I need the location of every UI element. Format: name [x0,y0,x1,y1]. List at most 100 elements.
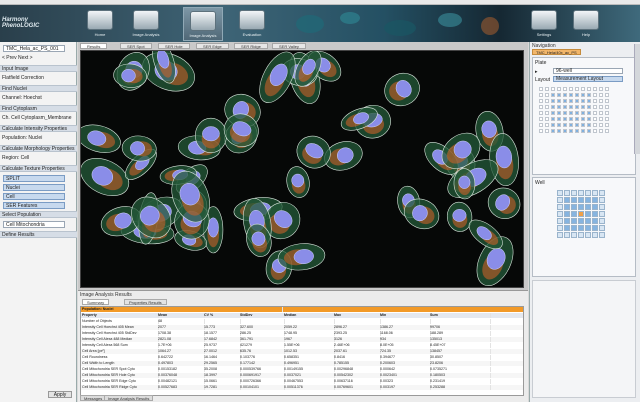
table-row[interactable]: Number of Objects 48 [81,319,523,324]
plate-well[interactable] [557,93,561,97]
plate-well[interactable] [593,111,597,115]
plate-well[interactable] [557,87,561,91]
table-row[interactable]: Cell Area [px²] 1064.27 27.0012 635.76 1012.… [81,349,523,354]
property-option[interactable]: Cell [3,193,65,200]
well-field[interactable] [564,225,570,231]
plate-well[interactable] [569,129,573,133]
table-row[interactable]: Intensity Cell Alexa 488 Median 2821.08 17… [81,337,523,342]
well-field[interactable] [599,218,605,224]
plate-well[interactable] [581,105,585,109]
table-row[interactable]: Cell Mitochondria SER Spot Cyto 0.0015318… [81,367,523,372]
well-field[interactable] [585,225,591,231]
step-header[interactable]: Input Image [0,65,77,72]
step-header[interactable]: Define Results [0,231,77,238]
well-field[interactable] [571,197,577,203]
well-field[interactable] [592,211,598,217]
step-field[interactable]: Cell Mitochondria [3,221,65,228]
table-row[interactable]: Cell Mitochondria SER Hole Cyto 0.0037604… [81,373,523,378]
plate-well[interactable] [545,105,549,109]
plate-well[interactable] [563,93,567,97]
well-field[interactable] [599,197,605,203]
plate-well[interactable] [575,117,579,121]
plate-well[interactable] [581,111,585,115]
plate-well[interactable] [575,105,579,109]
cell-image[interactable] [76,39,524,288]
plate-well[interactable] [539,105,543,109]
well-field[interactable] [585,218,591,224]
plate-well[interactable] [605,93,609,97]
plate-well[interactable] [563,105,567,109]
plate-well[interactable] [569,117,573,121]
well-field[interactable] [578,225,584,231]
well-field[interactable] [564,197,570,203]
plate-well[interactable] [581,99,585,103]
table-row[interactable]: Cell Roundness 0.642722 16.1464 0.103776 0.6… [81,355,523,360]
step-header[interactable]: Calculate Morphology Properties [0,145,77,152]
plate-well[interactable] [605,123,609,127]
plate-well[interactable] [539,111,543,115]
plate-well[interactable] [593,99,597,103]
well-field[interactable] [564,211,570,217]
ribbon-settings-button[interactable]: Settings [524,7,564,41]
plate-well[interactable] [551,105,555,109]
table-row[interactable]: Cell Width to Length 0.497803 29.2565 0.177… [81,361,523,366]
well-field[interactable] [571,204,577,210]
plate-well[interactable] [551,117,555,121]
plate-well[interactable] [575,111,579,115]
plate-well[interactable] [545,99,549,103]
well-field[interactable] [571,190,577,196]
plate-well[interactable] [587,99,591,103]
step-header[interactable]: Find Cytoplasm [0,105,77,112]
plate-well[interactable] [563,99,567,103]
well-field[interactable] [578,232,584,238]
plate-well[interactable] [599,117,603,121]
plate-well[interactable] [581,123,585,127]
well-field[interactable] [599,211,605,217]
well-field[interactable] [585,204,591,210]
well-field[interactable] [599,225,605,231]
plate-well[interactable] [539,129,543,133]
well-field[interactable] [592,204,598,210]
tab-properties-results[interactable]: Properties Results [124,299,167,305]
well-field[interactable] [564,232,570,238]
ribbon-image-analysis-button[interactable]: Image Analysis [126,7,166,41]
plate-well[interactable] [557,99,561,103]
plate-well[interactable] [545,129,549,133]
plate-well[interactable] [599,87,603,91]
plate-well[interactable] [569,123,573,127]
table-row[interactable]: Cell Mitochondria SER Ridge Cyto 0.005276… [81,385,523,390]
plate-well[interactable] [599,129,603,133]
well-field[interactable] [557,225,563,231]
well-field[interactable] [592,218,598,224]
plate-well[interactable] [539,117,543,121]
layout-select[interactable]: Measurement Layout [553,76,623,82]
plate-well[interactable] [581,117,585,121]
navigation-scrollbar[interactable] [634,44,640,154]
tab-summary[interactable]: Summary [82,299,110,305]
table-header-row[interactable]: Property Mean CV % StdDev Median Max Min Sum [81,313,523,318]
well-field[interactable] [599,232,605,238]
table-row[interactable]: Intensity Cell Hoechst 405 StdDev 1708.38… [81,331,523,336]
well-field[interactable] [592,225,598,231]
viewer-tab[interactable]: SER Valley [272,43,306,49]
plate-well[interactable] [575,129,579,133]
plate-well[interactable] [557,129,561,133]
step-header[interactable]: Select Population [0,211,77,218]
plate-well[interactable] [593,123,597,127]
plate-well[interactable] [599,93,603,97]
tab-image-analysis-results[interactable]: Image Analysis Results [104,395,154,401]
step-header[interactable]: Calculate Intensity Properties [0,125,77,132]
plate-well[interactable] [539,123,543,127]
plate-well[interactable] [545,123,549,127]
plate-well[interactable] [569,105,573,109]
well-field[interactable] [578,211,584,217]
well-field[interactable] [571,232,577,238]
step-header[interactable]: Calculate Texture Properties [0,165,77,172]
plate-well[interactable] [599,123,603,127]
table-row[interactable]: Intensity Cell Alexa 568 Sum 1.7E+06 25.97… [81,343,523,348]
well-field[interactable] [585,190,591,196]
viewer-tab[interactable]: SER Edge [196,43,229,49]
plate-well[interactable] [557,111,561,115]
plate-well[interactable] [599,105,603,109]
property-option[interactable]: SPLIT [3,175,65,182]
